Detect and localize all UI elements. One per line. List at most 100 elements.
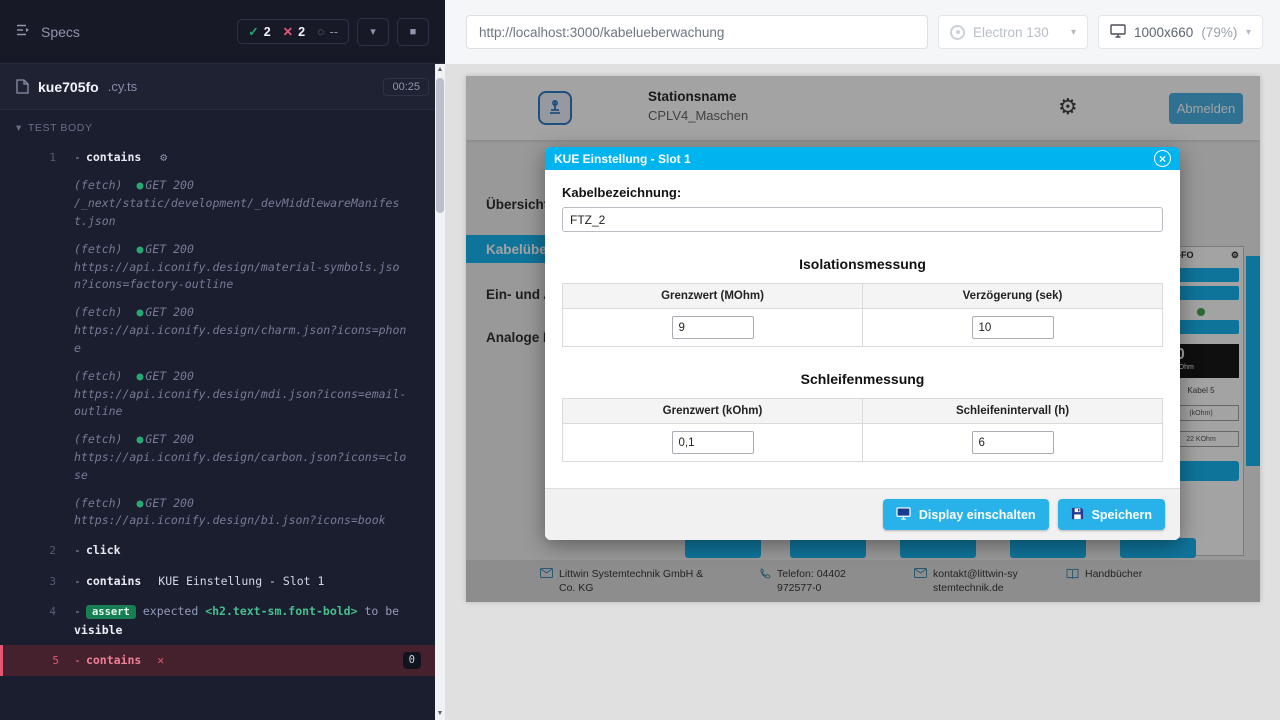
viewport-selector[interactable]: 1000x660 (79%) ▾ <box>1098 15 1263 49</box>
reporter-scrollbar[interactable]: ▲ ▼ <box>435 64 445 720</box>
chevron-down-icon: ▾ <box>370 25 376 38</box>
command-number: 1 <box>0 149 56 167</box>
table-cell <box>563 309 863 347</box>
browser-chrome: http://localhost:3000/kabelueberwachung … <box>445 0 1280 64</box>
network-log-entry[interactable]: (fetch)●GET 200 /_next/static/developmen… <box>0 172 435 235</box>
collapse-button[interactable]: ▾ <box>357 18 389 46</box>
command-number: 2 <box>0 542 56 560</box>
close-icon[interactable]: × <box>1154 150 1171 167</box>
command-assert[interactable]: 4 -assertexpected <h2.text-sm.font-bold>… <box>0 596 435 645</box>
isolation-limit-input[interactable] <box>672 316 754 339</box>
cypress-reporter: Specs ✓2 ✕2 ○-- ▾ ■ kue705fo .cy.ts 00:2… <box>0 0 445 720</box>
cable-name-input[interactable] <box>562 207 1163 232</box>
cable-name-label: Kabelbezeichnung: <box>562 185 1163 200</box>
assert-strong: visible <box>74 623 122 637</box>
stat-pending: ○-- <box>317 25 338 39</box>
fetch-status: GET 200 <box>145 305 193 319</box>
chevron-down-icon: ▾ <box>1071 27 1076 38</box>
spec-name: kue705fo <box>38 79 99 95</box>
fetch-url: /_next/static/development/_devMiddleware… <box>74 196 399 228</box>
display-on-button[interactable]: Display einschalten <box>883 499 1049 530</box>
kue-settings-modal: KUE Einstellung - Slot 1 × Kabelbezeichn… <box>545 147 1180 540</box>
spec-row[interactable]: kue705fo .cy.ts 00:25 <box>0 64 445 110</box>
floppy-icon <box>1071 507 1084 523</box>
fetch-type: (fetch) <box>74 242 122 256</box>
network-log-entry[interactable]: (fetch)●GET 200 https://api.iconify.desi… <box>0 490 435 536</box>
command-name: contains <box>86 574 141 588</box>
specs-menu-icon <box>16 23 32 40</box>
display-icon <box>896 507 911 523</box>
fetch-status: GET 200 <box>145 369 193 383</box>
command-name: contains <box>86 653 141 667</box>
stop-button[interactable]: ■ <box>397 18 429 46</box>
fetch-type: (fetch) <box>74 178 122 192</box>
command-click[interactable]: 2 -click <box>0 535 435 565</box>
scroll-up-icon[interactable]: ▲ <box>437 64 444 76</box>
command-number: 4 <box>0 603 56 621</box>
url-input[interactable]: http://localhost:3000/kabelueberwachung <box>466 15 928 49</box>
status-dot-icon: ● <box>136 432 143 446</box>
electron-icon <box>950 25 965 40</box>
fetch-url: https://api.iconify.design/carbon.json?i… <box>74 450 406 482</box>
table-cell <box>863 424 1163 462</box>
network-log-entry[interactable]: (fetch)●GET 200 https://api.iconify.desi… <box>0 299 435 362</box>
chevron-down-icon: ▾ <box>1246 27 1251 38</box>
stop-icon: ■ <box>410 26 417 38</box>
modal-body: Kabelbezeichnung: Isolationsmessung Gren… <box>545 170 1180 488</box>
reporter-controls: ✓2 ✕2 ○-- ▾ ■ <box>237 18 429 46</box>
assert-selector: <h2.text-sm.font-bold> <box>205 604 357 618</box>
status-dot-icon: ● <box>136 496 143 510</box>
table-cell <box>863 309 1163 347</box>
fetch-type: (fetch) <box>74 369 122 383</box>
kue-application: Stationsname CPLV4_Maschen ⚙ Abmelden Üb… <box>466 76 1260 602</box>
circle-icon: ○ <box>317 25 325 39</box>
fetch-type: (fetch) <box>74 432 122 446</box>
test-body-toggle[interactable]: ▾ TEST BODY <box>0 110 445 142</box>
command-contains-1[interactable]: 1 -contains ⚙ <box>0 142 435 172</box>
fetch-url: https://api.iconify.design/bi.json?icons… <box>74 513 386 527</box>
network-log-entry[interactable]: (fetch) ●GET 200 https://api.iconify.desi… <box>0 363 435 426</box>
test-stats: ✓2 ✕2 ○-- <box>237 19 349 44</box>
isolation-table: Grenzwert (MOhm) Verzögerung (sek) <box>562 283 1163 347</box>
loop-col1-header: Grenzwert (kOhm) <box>563 399 863 424</box>
command-number: 5 <box>3 652 59 670</box>
loop-col2-header: Schleifenintervall (h) <box>863 399 1163 424</box>
fetch-url: https://api.iconify.design/charm.json?ic… <box>74 323 406 355</box>
reporter-header: Specs ✓2 ✕2 ○-- ▾ ■ <box>0 0 445 64</box>
chevron-down-icon: ▾ <box>16 122 22 134</box>
status-dot-icon: ● <box>136 369 143 383</box>
command-contains-failed[interactable]: 5 -contains ✕ 0 <box>0 645 435 675</box>
specs-button[interactable]: Specs <box>16 23 80 40</box>
browser-selector[interactable]: Electron 130 ▾ <box>938 15 1088 49</box>
viewport-size: 1000x660 <box>1134 25 1193 40</box>
retry-count-badge: 0 <box>403 652 421 669</box>
gear-icon: ⚙ <box>160 150 167 164</box>
assert-expected: expected <box>143 604 198 618</box>
viewport-zoom: (79%) <box>1201 25 1237 40</box>
command-number: 3 <box>0 573 56 591</box>
status-dot-icon: ● <box>136 178 143 192</box>
scroll-down-icon[interactable]: ▼ <box>437 708 444 720</box>
modal-title: KUE Einstellung - Slot 1 <box>554 152 691 166</box>
fetch-type: (fetch) <box>74 496 122 510</box>
save-button[interactable]: Speichern <box>1058 499 1165 530</box>
network-log-entry[interactable]: (fetch) ●GET 200 https://api.iconify.desi… <box>0 426 435 489</box>
aut-area: Stationsname CPLV4_Maschen ⚙ Abmelden Üb… <box>445 64 1280 720</box>
command-contains-2[interactable]: 3 -contains KUE Einstellung - Slot 1 <box>0 566 435 596</box>
command-name: contains <box>86 150 141 164</box>
fetch-url: https://api.iconify.design/mdi.json?icon… <box>74 387 406 419</box>
network-log-entry[interactable]: (fetch)●GET 200 https://api.iconify.desi… <box>0 236 435 299</box>
status-dot-icon: ● <box>136 305 143 319</box>
modal-footer: Display einschalten Speichern <box>545 488 1180 540</box>
loop-interval-input[interactable] <box>972 431 1054 454</box>
fetch-status: GET 200 <box>145 432 193 446</box>
isolation-delay-input[interactable] <box>972 316 1054 339</box>
check-icon: ✓ <box>248 24 258 39</box>
isolation-section-title: Isolationsmessung <box>562 256 1163 272</box>
assert-mid: to be <box>364 604 399 618</box>
loop-section-title: Schleifenmessung <box>562 371 1163 387</box>
scrollbar-thumb[interactable] <box>436 78 444 213</box>
isolation-col1-header: Grenzwert (MOhm) <box>563 284 863 309</box>
loop-limit-input[interactable] <box>672 431 754 454</box>
fetch-url: https://api.iconify.design/material-symb… <box>74 260 399 292</box>
